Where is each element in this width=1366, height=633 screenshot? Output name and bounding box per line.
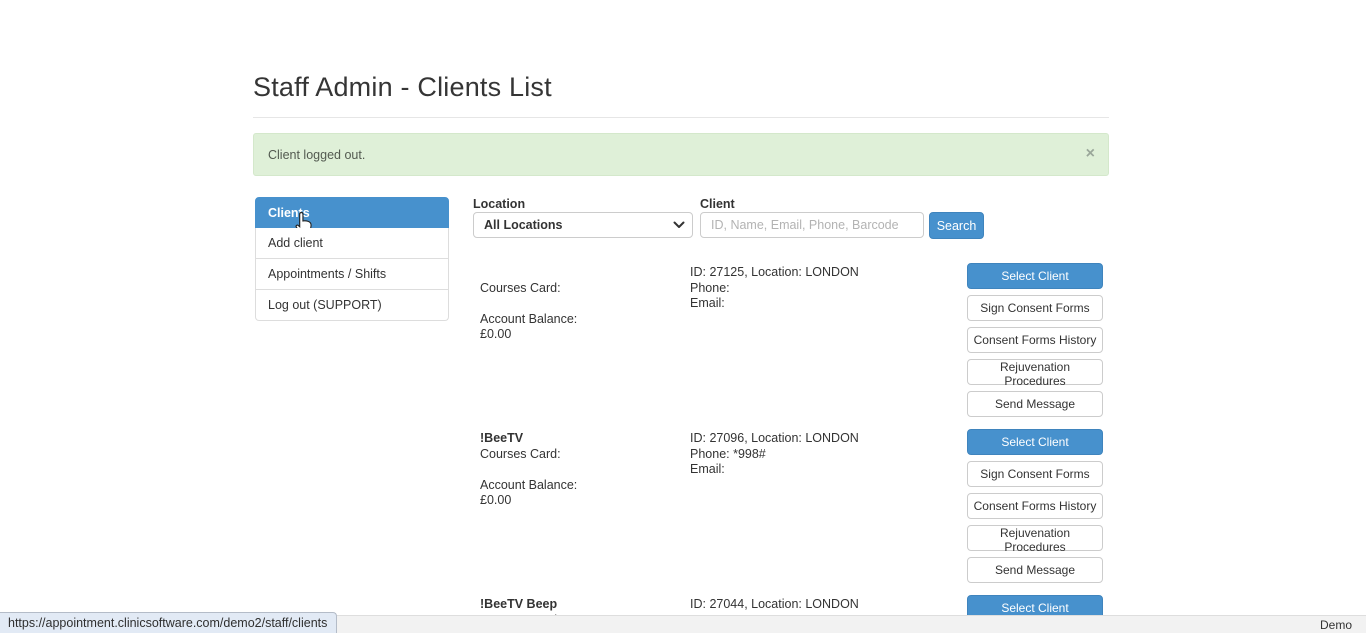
- rejuvenation-procedures-button[interactable]: Rejuvenation Procedures: [967, 525, 1103, 551]
- client-id-location: ID: 27096, Location: LONDON: [690, 431, 960, 447]
- sidebar-menu: Clients Add client Appointments / Shifts…: [255, 197, 449, 321]
- rejuvenation-procedures-button[interactable]: Rejuvenation Procedures: [967, 359, 1103, 385]
- sidebar-item-clients[interactable]: Clients: [255, 197, 449, 228]
- account-balance-label: Account Balance:: [480, 478, 680, 494]
- client-email: Email:: [690, 462, 960, 478]
- location-select-wrap: All Locations: [473, 212, 693, 238]
- header-divider: [253, 117, 1109, 118]
- sidebar-item-label: Add client: [268, 236, 323, 250]
- sidebar-item-label: Appointments / Shifts: [268, 267, 386, 281]
- location-select[interactable]: All Locations: [473, 212, 693, 238]
- select-client-button[interactable]: Select Client: [967, 429, 1103, 455]
- select-client-button[interactable]: Select Client: [967, 263, 1103, 289]
- consent-forms-history-button[interactable]: Consent Forms History: [967, 327, 1103, 353]
- client-row-1: Courses Card: Account Balance: £0.00 ID:…: [480, 263, 1109, 423]
- spacer-line: [480, 296, 680, 312]
- client-row-2: !BeeTV Courses Card: Account Balance: £0…: [480, 429, 1109, 589]
- close-icon[interactable]: ×: [1086, 144, 1095, 164]
- status-url: https://appointment.clinicsoftware.com/d…: [8, 616, 327, 630]
- sidebar-item-add-client[interactable]: Add client: [255, 228, 449, 259]
- sign-consent-forms-button[interactable]: Sign Consent Forms: [967, 461, 1103, 487]
- sidebar-item-appointments-shifts[interactable]: Appointments / Shifts: [255, 259, 449, 290]
- client-name: !BeeTV: [480, 431, 680, 447]
- sidebar-item-label: Log out (SUPPORT): [268, 298, 382, 312]
- alert-success: Client logged out. ×: [253, 133, 1109, 176]
- spacer-line: [480, 462, 680, 478]
- client-contact-column: ID: 27044, Location: LONDON: [690, 597, 960, 613]
- client-label: Client: [700, 197, 735, 211]
- courses-card-label: Courses Card:: [480, 281, 680, 297]
- account-balance-value: £0.00: [480, 493, 680, 509]
- client-search-input[interactable]: [700, 212, 924, 238]
- client-actions-column: Select Client Sign Consent Forms Consent…: [967, 429, 1103, 589]
- send-message-button[interactable]: Send Message: [967, 391, 1103, 417]
- client-phone: Phone:: [690, 281, 960, 297]
- account-balance-value: £0.00: [480, 327, 680, 343]
- client-name: [480, 265, 680, 281]
- courses-card-label: Courses Card:: [480, 447, 680, 463]
- client-contact-column: ID: 27125, Location: LONDON Phone: Email…: [690, 265, 960, 312]
- client-actions-column: Select Client Sign Consent Forms Consent…: [967, 263, 1103, 423]
- demo-label: Demo: [1320, 618, 1352, 632]
- client-name: !BeeTV Beep: [480, 597, 680, 613]
- account-balance-label: Account Balance:: [480, 312, 680, 328]
- alert-message: Client logged out.: [268, 148, 365, 162]
- client-info-column: Courses Card: Account Balance: £0.00: [480, 265, 680, 343]
- sidebar-item-logout[interactable]: Log out (SUPPORT): [255, 290, 449, 321]
- sign-consent-forms-button[interactable]: Sign Consent Forms: [967, 295, 1103, 321]
- client-email: Email:: [690, 296, 960, 312]
- page-title: Staff Admin - Clients List: [253, 72, 552, 103]
- client-phone: Phone: *998#: [690, 447, 960, 463]
- client-id-location: ID: 27044, Location: LONDON: [690, 597, 960, 613]
- send-message-button[interactable]: Send Message: [967, 557, 1103, 583]
- client-info-column: !BeeTV Courses Card: Account Balance: £0…: [480, 431, 680, 509]
- client-contact-column: ID: 27096, Location: LONDON Phone: *998#…: [690, 431, 960, 478]
- status-url-bubble: https://appointment.clinicsoftware.com/d…: [0, 612, 337, 633]
- consent-forms-history-button[interactable]: Consent Forms History: [967, 493, 1103, 519]
- search-button[interactable]: Search: [929, 212, 984, 239]
- location-label: Location: [473, 197, 525, 211]
- client-id-location: ID: 27125, Location: LONDON: [690, 265, 960, 281]
